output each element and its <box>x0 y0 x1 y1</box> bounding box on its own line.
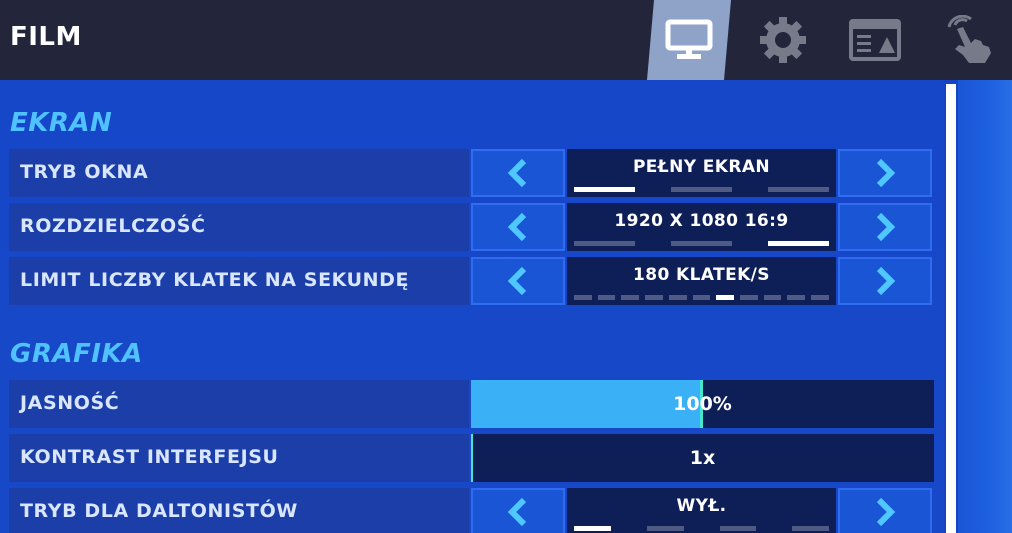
option-indicator-segment <box>719 526 757 531</box>
option-indicator-segment <box>692 295 711 300</box>
option-indicator-segment <box>645 295 663 300</box>
chevron-left-icon <box>507 212 527 242</box>
tab-video[interactable] <box>647 0 731 80</box>
setting-label: LIMIT LICZBY KLATEK NA SEKUNDĘ <box>20 269 410 291</box>
option-value-box: WYŁ. <box>567 488 836 533</box>
row-label-cell: JASNOŚĆ <box>9 380 469 428</box>
setting-row-frame-rate-limit: LIMIT LICZBY KLATEK NA SEKUNDĘ 180 KLATE… <box>9 257 934 305</box>
next-option-button[interactable] <box>838 257 932 305</box>
brightness-slider[interactable]: 100% <box>471 380 934 428</box>
next-option-button[interactable] <box>838 488 932 533</box>
option-indicator <box>574 187 829 193</box>
option-indicator-segment <box>574 295 592 300</box>
setting-label: TRYB OKNA <box>20 161 149 183</box>
row-label-cell: LIMIT LICZBY KLATEK NA SEKUNDĘ <box>9 257 469 305</box>
option-value: PEŁNY EKRAN <box>632 157 771 177</box>
setting-row-resolution: ROZDZIELCZOŚĆ 1920 X 1080 16:9 <box>9 203 934 251</box>
section-title-ekran: EKRAN <box>10 108 113 138</box>
setting-row-brightness: JASNOŚĆ 100% <box>9 380 934 428</box>
previous-option-button[interactable] <box>471 149 565 197</box>
option-indicator-segment <box>763 295 782 300</box>
previous-option-button[interactable] <box>471 488 565 533</box>
setting-label: TRYB DLA DALTONISTÓW <box>20 500 298 522</box>
option-indicator-segment <box>597 295 616 300</box>
option-value: WYŁ. <box>676 496 727 516</box>
option-indicator-segment <box>671 187 732 192</box>
setting-row-window-mode: TRYB OKNA PEŁNY EKRAN <box>9 149 934 197</box>
chevron-right-icon <box>876 266 896 296</box>
option-indicator-segment <box>621 295 640 300</box>
ui-contrast-slider[interactable]: 1x <box>471 434 934 482</box>
tab-hud[interactable] <box>833 0 917 80</box>
row-label-cell: TRYB OKNA <box>9 149 469 197</box>
gear-icon <box>760 17 806 63</box>
tab-settings[interactable] <box>741 0 825 80</box>
chevron-right-icon <box>876 212 896 242</box>
setting-row-ui-contrast: KONTRAST INTERFEJSU 1x <box>9 434 934 482</box>
chevron-right-icon <box>876 158 896 188</box>
chevron-left-icon <box>507 158 527 188</box>
option-indicator-segment <box>787 295 806 300</box>
option-indicator-selected <box>574 187 635 192</box>
monitor-icon <box>665 19 713 61</box>
page-title: FILM <box>10 22 82 52</box>
setting-label: ROZDZIELCZOŚĆ <box>20 215 206 237</box>
top-bar: FILM <box>0 0 1012 80</box>
option-indicator-segment <box>671 241 732 246</box>
option-indicator-selected <box>574 526 611 531</box>
option-value-box: PEŁNY EKRAN <box>567 149 836 197</box>
slider-value: 1x <box>689 447 716 469</box>
option-indicator-selected <box>716 295 735 300</box>
option-indicator-segment <box>668 295 687 300</box>
setting-label: KONTRAST INTERFEJSU <box>20 446 279 468</box>
option-indicator-segment <box>811 295 829 300</box>
setting-label: JASNOŚĆ <box>20 392 120 414</box>
option-value-box: 180 KLATEK/S <box>567 257 836 305</box>
previous-option-button[interactable] <box>471 203 565 251</box>
option-value: 180 KLATEK/S <box>633 265 770 285</box>
section-title-grafika: GRAFIKA <box>10 339 143 369</box>
chevron-left-icon <box>507 497 527 527</box>
next-option-button[interactable] <box>838 203 932 251</box>
next-option-button[interactable] <box>838 149 932 197</box>
side-panel-edge <box>958 80 1012 533</box>
option-indicator-segment <box>740 295 758 300</box>
row-label-cell: TRYB DLA DALTONISTÓW <box>9 488 469 533</box>
touch-hand-icon <box>947 15 991 63</box>
option-indicator <box>574 241 829 247</box>
option-indicator-selected <box>768 241 829 246</box>
option-indicator <box>574 526 829 532</box>
hud-layout-icon <box>849 19 901 61</box>
option-indicator-segment <box>792 526 829 531</box>
slider-value: 100% <box>673 393 732 415</box>
option-value: 1920 X 1080 16:9 <box>614 211 789 231</box>
previous-option-button[interactable] <box>471 257 565 305</box>
scrollbar-thumb[interactable] <box>946 84 956 533</box>
tab-touch[interactable] <box>925 0 1009 80</box>
option-indicator-segment <box>574 241 635 246</box>
option-indicator-segment <box>768 187 829 192</box>
chevron-left-icon <box>507 266 527 296</box>
row-label-cell: KONTRAST INTERFEJSU <box>9 434 469 482</box>
option-indicator-segment <box>646 526 684 531</box>
setting-row-colorblind-mode: TRYB DLA DALTONISTÓW WYŁ. <box>9 488 934 533</box>
chevron-right-icon <box>876 497 896 527</box>
row-label-cell: ROZDZIELCZOŚĆ <box>9 203 469 251</box>
option-indicator <box>574 295 829 301</box>
option-value-box: 1920 X 1080 16:9 <box>567 203 836 251</box>
